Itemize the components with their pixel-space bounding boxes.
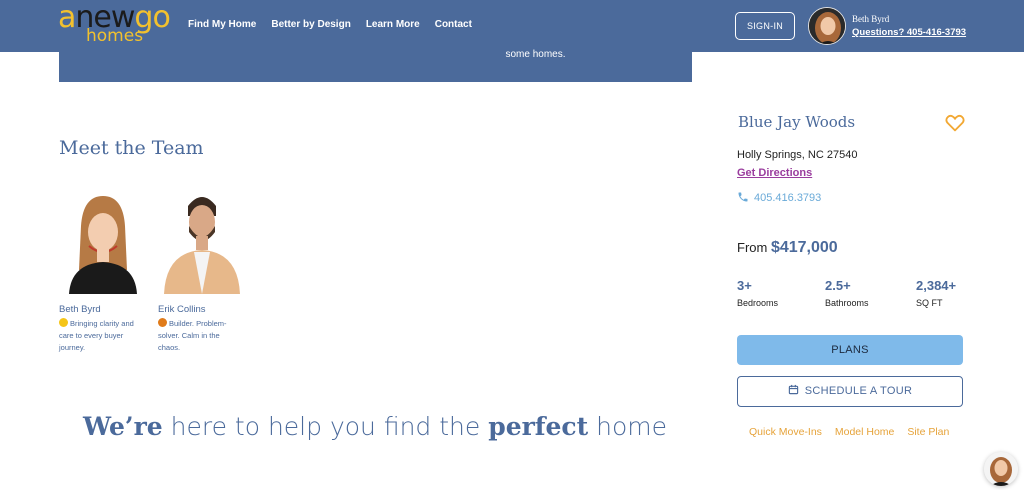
calendar-icon [788,378,799,395]
get-directions-link[interactable]: Get Directions [737,167,812,179]
agent-avatar[interactable] [808,7,846,45]
agent-phone-link[interactable]: Questions? 405-416-3793 [852,27,966,38]
logo-homes: homes [86,26,144,46]
stat-sqft: 2,384+ SQ FT [916,278,957,308]
team-member-beth: Beth Byrd Bringing clarity and care to e… [59,186,151,354]
model-home-link[interactable]: Model Home [835,426,895,438]
stat-bathrooms: 2.5+ Bathrooms [825,278,869,308]
quick-move-ins-link[interactable]: Quick Move-Ins [749,426,822,438]
team-title: Meet the Team [59,137,204,159]
nav-learn-more[interactable]: Learn More [366,18,420,32]
team-member-name: Beth Byrd [59,304,101,315]
team-member-bio: Builder. Problem-solver. Calm in the cha… [158,318,227,352]
plans-button[interactable]: PLANS [737,335,963,365]
emoji-icon [59,318,68,327]
tagline: We’re here to help you find the perfect … [82,412,668,441]
heart-icon[interactable] [945,114,965,132]
team-member-erik: Erik Collins Builder. Problem-solver. Ca… [158,186,250,354]
main-nav: Find My Home Better by Design Learn More… [188,18,487,32]
community-links: Quick Move-Ins Model Home Site Plan [749,426,959,438]
price: From $417,000 [737,239,838,256]
team-member-bio: Bringing clarity and care to every buyer… [59,318,134,352]
banner-text: some homes. [505,49,566,60]
community-phone-link[interactable]: 405.416.3793 [737,191,821,206]
team-photo [158,186,246,294]
sign-in-button[interactable]: SIGN-IN [735,12,795,40]
nav-better-by-design[interactable]: Better by Design [271,18,350,32]
site-header: anewgo homes Find My Home Better by Desi… [0,0,1024,52]
team-member-name: Erik Collins [158,304,206,315]
phone-icon [737,191,749,206]
agent-name: Beth Byrd [852,14,890,24]
site-plan-link[interactable]: Site Plan [907,426,949,438]
hero-banner: some homes. [59,49,692,82]
community-address: Holly Springs, NC 27540 [737,149,858,161]
emoji-icon [158,318,167,327]
community-name: Blue Jay Woods [738,113,856,131]
chat-avatar[interactable] [984,452,1018,486]
logo[interactable]: anewgo homes [58,2,171,48]
schedule-tour-button[interactable]: SCHEDULE A TOUR [737,376,963,407]
logo-a: a [58,0,76,35]
stat-bedrooms: 3+ Bedrooms [737,278,779,308]
nav-find-my-home[interactable]: Find My Home [188,18,256,32]
team-photo [59,186,147,294]
nav-contact[interactable]: Contact [435,18,472,32]
